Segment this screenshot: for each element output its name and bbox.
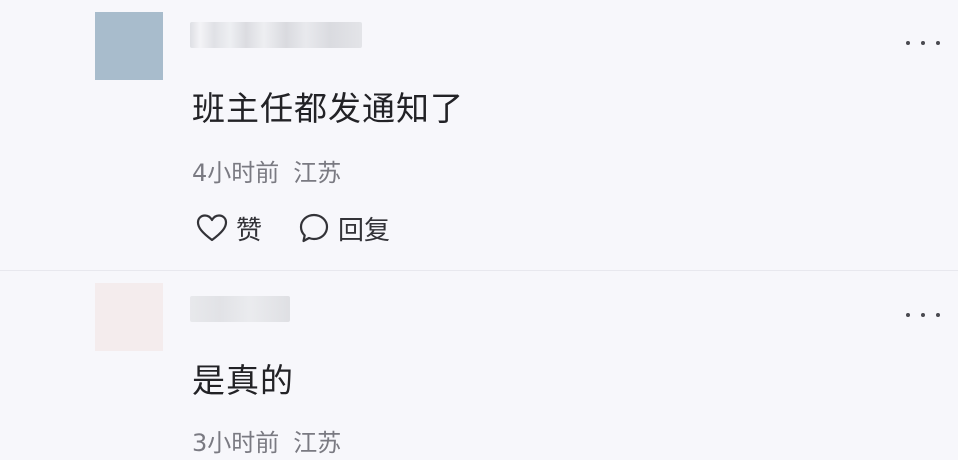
comment-meta: 4小时前 江苏	[192, 153, 341, 188]
heart-outline-icon	[196, 214, 228, 242]
more-horizontal-icon[interactable]	[906, 38, 940, 48]
username-blurred[interactable]	[190, 296, 290, 322]
comment-item: 是真的 3小时前 江苏	[0, 270, 958, 460]
reply-button[interactable]: 回复	[298, 210, 390, 247]
speech-bubble-outline-icon	[299, 213, 329, 243]
comment-text: 是真的	[192, 361, 294, 400]
comment-text: 班主任都发通知了	[192, 89, 464, 128]
comment-time: 4小时前	[192, 159, 280, 187]
comment-meta: 3小时前 江苏	[192, 423, 341, 458]
like-label: 赞	[236, 215, 263, 246]
avatar[interactable]	[95, 12, 163, 80]
more-horizontal-icon[interactable]	[906, 310, 940, 320]
reply-label: 回复	[338, 215, 391, 246]
comment-actions: 赞 回复	[196, 210, 390, 246]
username-blurred[interactable]	[190, 22, 362, 48]
comment-location: 江苏	[293, 429, 342, 457]
comment-item: 班主任都发通知了 4小时前 江苏 赞 回复	[0, 0, 958, 270]
comment-time: 3小时前	[192, 429, 280, 457]
like-button[interactable]: 赞	[196, 210, 262, 247]
comment-location: 江苏	[293, 159, 342, 187]
avatar[interactable]	[95, 283, 163, 351]
